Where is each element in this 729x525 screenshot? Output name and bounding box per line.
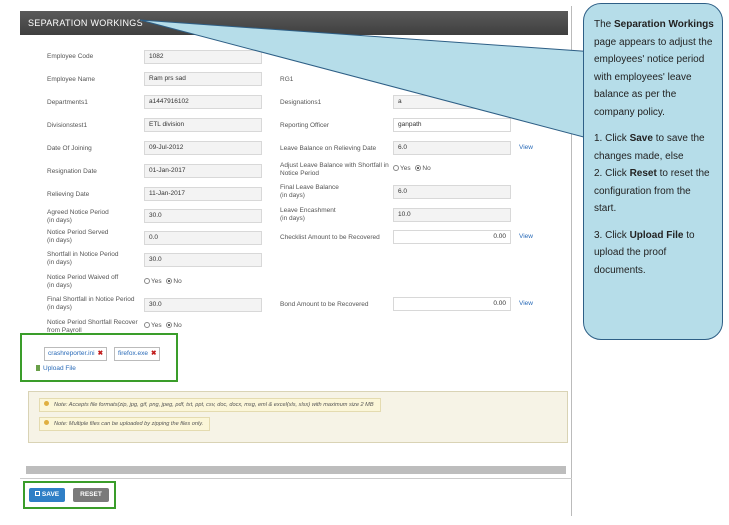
help-callout: The Separation Workings page appears to … [583,3,723,340]
callout-step-2: 2. Click Reset to reset the configuratio… [594,168,710,214]
callout-step-1: 1. Click Save to save the changes made, … [594,133,705,162]
callout-step-3: 3. Click Upload File to upload the proof… [594,229,695,276]
callout-intro: The Separation Workings page appears to … [594,19,714,118]
